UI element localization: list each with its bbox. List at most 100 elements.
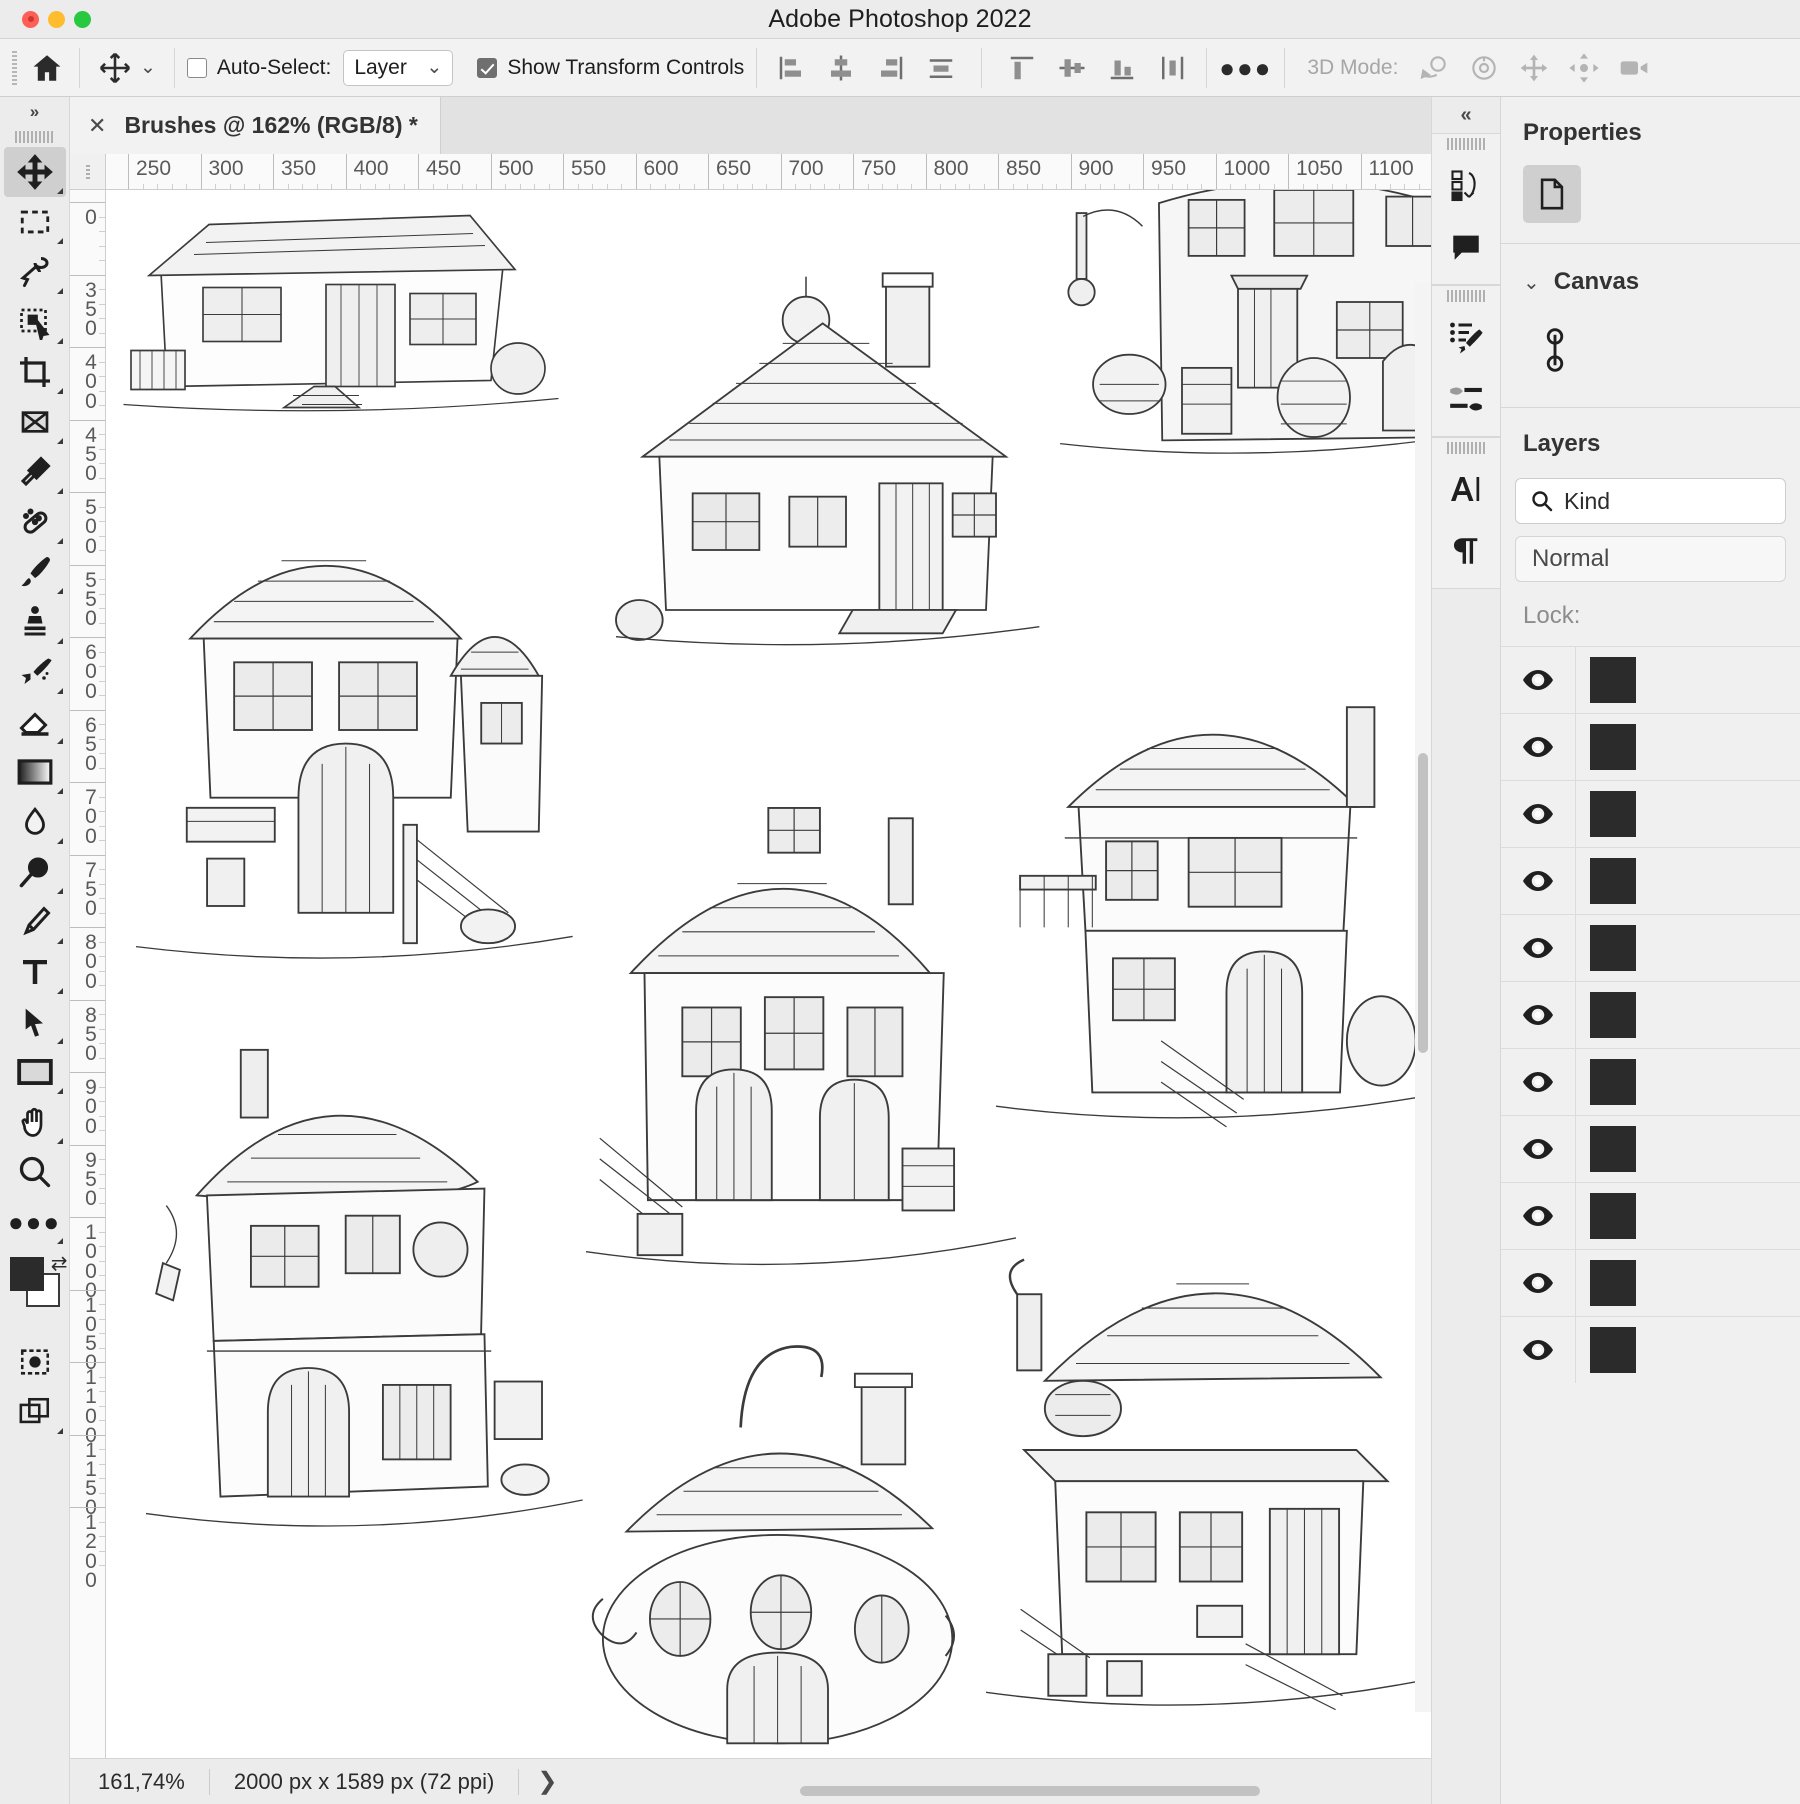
- distribute-horizontal-icon[interactable]: [919, 48, 963, 88]
- align-top-edges-icon[interactable]: [1000, 48, 1044, 88]
- horizontal-ruler[interactable]: 250 300 350 400 450 500 550 600 650 700 750 800 850 9…: [106, 154, 1431, 190]
- eye-icon[interactable]: [1501, 1205, 1575, 1227]
- eye-icon[interactable]: [1501, 1071, 1575, 1093]
- align-left-edges-icon[interactable]: [769, 48, 813, 88]
- blur-tool[interactable]: [4, 797, 66, 847]
- layer-thumbnail[interactable]: [1575, 848, 1800, 914]
- expand-tools-button[interactable]: »: [0, 97, 69, 127]
- crop-tool[interactable]: [4, 347, 66, 397]
- foreground-color-swatch[interactable]: [9, 1257, 44, 1291]
- align-bottom-edges-icon[interactable]: [1100, 48, 1144, 88]
- layer-thumbnail[interactable]: [1575, 647, 1800, 713]
- more-options-icon[interactable]: ●●●: [1219, 48, 1272, 88]
- layer-row[interactable]: [1501, 1048, 1800, 1115]
- layer-thumbnail[interactable]: [1575, 1250, 1800, 1316]
- layer-row[interactable]: [1501, 914, 1800, 981]
- layer-thumbnail[interactable]: [1575, 915, 1800, 981]
- brush-tool[interactable]: [4, 547, 66, 597]
- clone-stamp-tool[interactable]: [4, 597, 66, 647]
- link-icon[interactable]: [1501, 306, 1800, 407]
- vertical-scrollbar-thumb[interactable]: [1418, 753, 1428, 1053]
- zoom-level-value[interactable]: 161,74%: [70, 1768, 210, 1795]
- layer-row[interactable]: [1501, 1249, 1800, 1316]
- paragraph-icon[interactable]: [1432, 520, 1500, 582]
- eye-icon[interactable]: [1501, 870, 1575, 892]
- swap-colors-icon[interactable]: ⇄: [51, 1251, 68, 1276]
- layer-thumbnail[interactable]: [1575, 714, 1800, 780]
- object-selection-tool[interactable]: [4, 297, 66, 347]
- layer-thumbnail[interactable]: [1575, 781, 1800, 847]
- eye-icon[interactable]: [1501, 937, 1575, 959]
- eye-icon[interactable]: [1501, 736, 1575, 758]
- layer-row[interactable]: [1501, 1182, 1800, 1249]
- eye-icon[interactable]: [1501, 803, 1575, 825]
- character-icon[interactable]: [1432, 458, 1500, 520]
- document-size-value[interactable]: 2000 px x 1589 px (72 ppi): [210, 1768, 520, 1795]
- distribute-vertical-icon[interactable]: [1150, 48, 1194, 88]
- pan-3d-icon[interactable]: [1512, 48, 1556, 88]
- align-right-edges-icon[interactable]: [869, 48, 913, 88]
- layer-row[interactable]: [1501, 847, 1800, 914]
- ruler-corner[interactable]: [70, 154, 106, 190]
- eye-icon[interactable]: [1501, 669, 1575, 691]
- document-icon[interactable]: [1523, 165, 1581, 223]
- zoom-tool[interactable]: [4, 1147, 66, 1197]
- screen-mode-button[interactable]: [4, 1387, 66, 1437]
- layer-row[interactable]: [1501, 981, 1800, 1048]
- layer-filter-search[interactable]: Kind: [1515, 478, 1786, 524]
- tools-panel-grip[interactable]: [0, 127, 69, 147]
- history-brush-tool[interactable]: [4, 647, 66, 697]
- vertical-scrollbar[interactable]: [1415, 283, 1431, 1712]
- history-states-icon[interactable]: [1432, 154, 1500, 216]
- horizontal-scrollbar-thumb[interactable]: [800, 1786, 1260, 1796]
- eyedropper-tool[interactable]: [4, 447, 66, 497]
- type-tool[interactable]: [4, 947, 66, 997]
- edit-toolbar-button[interactable]: ●●●: [4, 1197, 66, 1247]
- eye-icon[interactable]: [1501, 1339, 1575, 1361]
- color-swatches[interactable]: ⇄: [4, 1251, 68, 1315]
- layer-thumbnail[interactable]: [1575, 1183, 1800, 1249]
- layer-row[interactable]: [1501, 1316, 1800, 1383]
- gradient-tool[interactable]: [4, 747, 66, 797]
- eye-icon[interactable]: [1501, 1138, 1575, 1160]
- hand-tool[interactable]: [4, 1097, 66, 1147]
- canvas[interactable]: [106, 190, 1431, 1758]
- align-horizontal-centers-icon[interactable]: [819, 48, 863, 88]
- rectangular-marquee-tool[interactable]: [4, 197, 66, 247]
- show-transform-controls-checkbox[interactable]: [477, 57, 498, 78]
- eye-icon[interactable]: [1501, 1272, 1575, 1294]
- layer-row[interactable]: [1501, 713, 1800, 780]
- orbit-3d-icon[interactable]: [1412, 48, 1456, 88]
- frame-tool[interactable]: [4, 397, 66, 447]
- dodge-tool[interactable]: [4, 847, 66, 897]
- layer-thumbnail[interactable]: [1575, 1116, 1800, 1182]
- layer-row[interactable]: [1501, 646, 1800, 713]
- path-selection-tool[interactable]: [4, 997, 66, 1047]
- quick-mask-button[interactable]: [4, 1337, 66, 1387]
- brush-settings-icon[interactable]: [1432, 306, 1500, 368]
- camera-3d-icon[interactable]: [1612, 48, 1656, 88]
- close-icon[interactable]: ✕: [88, 113, 106, 139]
- layer-thumbnail[interactable]: [1575, 1049, 1800, 1115]
- auto-select-target-dropdown[interactable]: Layer ⌄: [343, 49, 454, 86]
- double-chevron-left-icon[interactable]: «: [1432, 97, 1500, 133]
- rail-group-grip[interactable]: [1432, 438, 1500, 458]
- home-icon[interactable]: [27, 48, 67, 88]
- pen-tool[interactable]: [4, 897, 66, 947]
- rectangle-tool[interactable]: [4, 1047, 66, 1097]
- lasso-tool[interactable]: [4, 247, 66, 297]
- canvas-section-header[interactable]: ⌄ Canvas: [1501, 244, 1800, 306]
- vertical-ruler[interactable]: 0350400450500550600650700750800850900950…: [70, 190, 106, 1758]
- layer-thumbnail[interactable]: [1575, 1317, 1800, 1383]
- document-tab[interactable]: ✕ Brushes @ 162% (RGB/8) *: [70, 97, 441, 154]
- eye-icon[interactable]: [1501, 1004, 1575, 1026]
- rail-group-grip[interactable]: [1432, 134, 1500, 154]
- move-tool[interactable]: [3, 147, 66, 197]
- chevron-right-icon[interactable]: ❯: [519, 1767, 575, 1796]
- blend-mode-dropdown[interactable]: Normal: [1515, 536, 1786, 582]
- auto-select-checkbox[interactable]: [186, 57, 207, 78]
- eraser-tool[interactable]: [4, 697, 66, 747]
- spot-healing-brush-tool[interactable]: [4, 497, 66, 547]
- layer-thumbnail[interactable]: [1575, 982, 1800, 1048]
- options-bar-grip[interactable]: [12, 50, 17, 85]
